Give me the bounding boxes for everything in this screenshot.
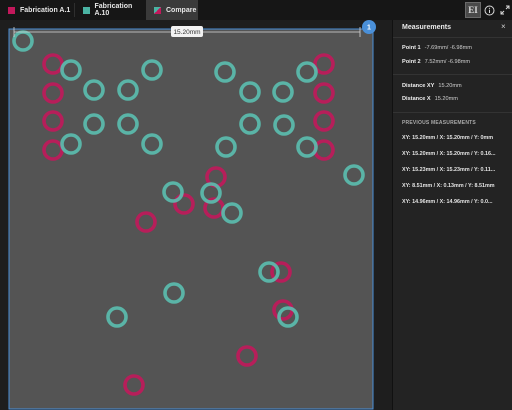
close-icon[interactable]: ×: [501, 22, 506, 31]
tab-fabrication-a1[interactable]: Fabrication A.1: [0, 0, 74, 20]
info-icon: [484, 5, 494, 15]
tab-label: Fabrication A.10: [94, 3, 133, 17]
tab-color-swatch: [8, 6, 15, 14]
ei-label: EI: [468, 5, 478, 15]
point-2-row: Point 2 7.52mm/ -6.98mm: [402, 59, 470, 65]
previous-measurement-item[interactable]: XY: 8.51mm / X: 0.13mm / Y: 8.51mm: [402, 183, 495, 189]
tab-color-swatch: [83, 6, 90, 14]
previous-measurements-title: PREVIOUS MEASUREMENTS: [402, 120, 476, 126]
distance-xy-value: 15.20mm: [438, 83, 462, 89]
tab-compare[interactable]: Compare: [146, 0, 198, 20]
expand-icon: [500, 5, 510, 15]
distance-xy-label: Distance XY: [402, 83, 435, 89]
compare-swatch-icon: [154, 6, 161, 14]
distance-x-row: Distance X 15.20mm: [402, 96, 458, 102]
point-2-value: 7.52mm/ -6.98mm: [424, 59, 471, 65]
panel-title: Measurements: [402, 24, 452, 31]
distance-x-label: Distance X: [402, 96, 431, 102]
divider: [393, 74, 512, 75]
fullscreen-button[interactable]: [497, 2, 512, 18]
point-2-label: Point 2: [402, 59, 421, 65]
distance-xy-row: Distance XY 15.20mm: [402, 83, 462, 89]
divider: [393, 112, 512, 113]
previous-measurement-item[interactable]: XY: 14.96mm / X: 14.96mm / Y: 0.0...: [402, 199, 493, 205]
tab-label: Compare: [166, 6, 197, 14]
info-button[interactable]: [481, 2, 497, 18]
canvas-svg[interactable]: 15.20mm 1: [0, 20, 392, 410]
previous-measurement-item[interactable]: XY: 15.20mm / X: 15.20mm / Y: 0.16...: [402, 151, 496, 157]
ei-toggle-button[interactable]: EI: [465, 2, 481, 18]
measurement-marker-number: 1: [367, 25, 371, 32]
tab-label: Fabrication A.1: [20, 6, 71, 14]
point-1-value: -7.69mm/ -6.98mm: [424, 45, 472, 51]
tab-fabrication-a10[interactable]: Fabrication A.10: [75, 0, 145, 20]
distance-x-value: 15.20mm: [434, 96, 458, 102]
comparison-canvas[interactable]: 15.20mm 1: [0, 20, 392, 410]
top-bar: Fabrication A.1 Fabrication A.10 Compare…: [0, 0, 512, 21]
previous-measurement-item[interactable]: XY: 15.23mm / X: 15.23mm / Y: 0.11...: [402, 167, 495, 173]
point-1-row: Point 1 -7.69mm/ -6.98mm: [402, 45, 472, 51]
measurements-panel: Measurements × Point 1 -7.69mm/ -6.98mm P…: [392, 20, 512, 410]
panel-header: Measurements ×: [393, 20, 512, 38]
measurement-label: 15.20mm: [173, 29, 200, 36]
point-1-label: Point 1: [402, 45, 421, 51]
previous-measurement-item[interactable]: XY: 15.20mm / X: 15.20mm / Y: 0mm: [402, 135, 493, 141]
